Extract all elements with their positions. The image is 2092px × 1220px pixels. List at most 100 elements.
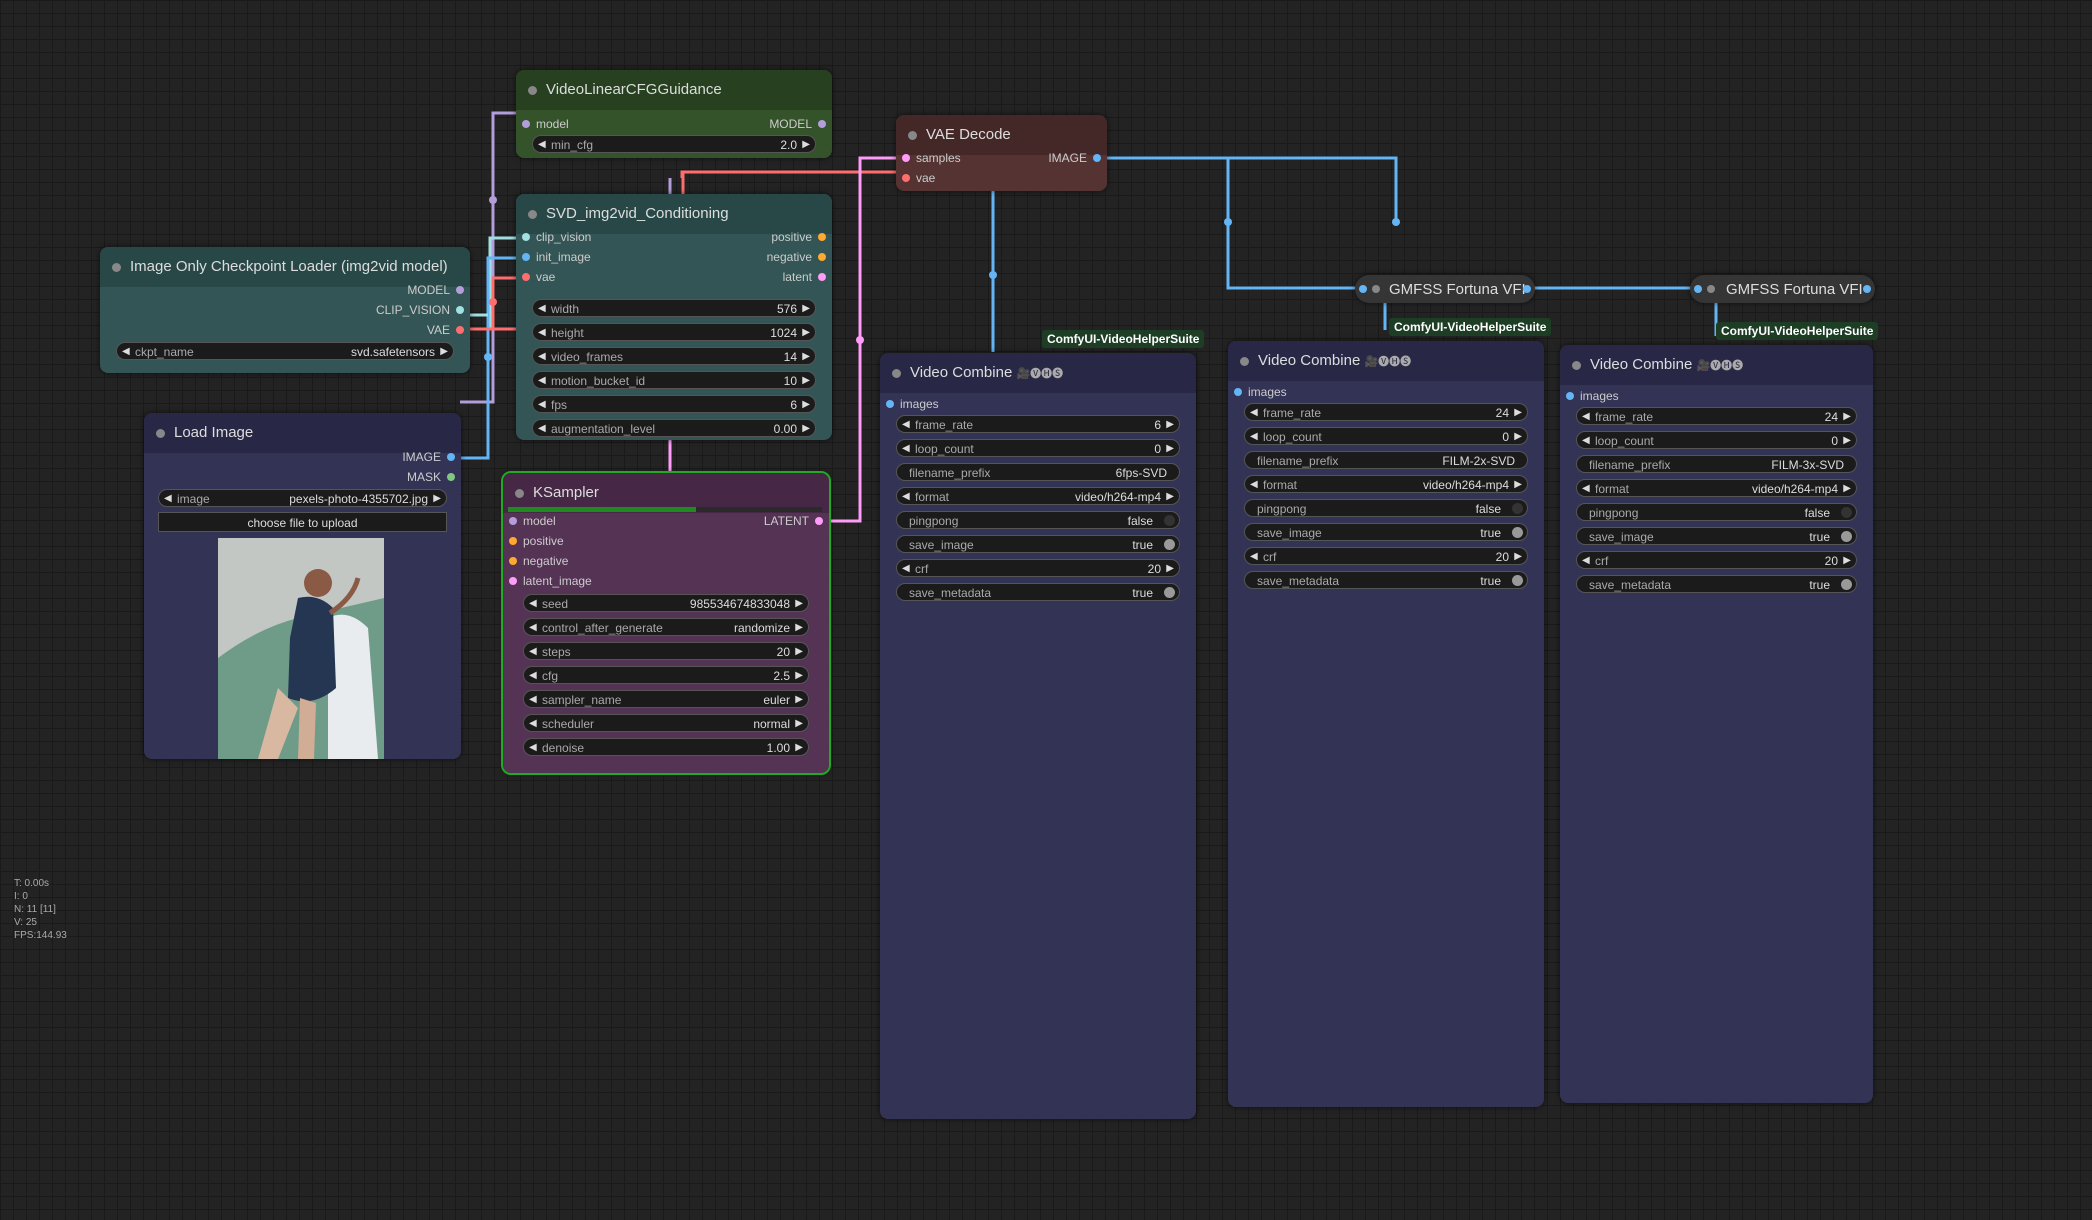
socket-icon[interactable] <box>886 400 894 408</box>
socket-icon[interactable] <box>1523 285 1531 293</box>
input-latent-image[interactable]: latent_image <box>507 572 592 590</box>
socket-icon[interactable] <box>902 174 910 182</box>
socket-icon[interactable] <box>522 120 530 128</box>
output-mask[interactable]: MASK <box>407 468 457 486</box>
decrement-arrow-icon[interactable]: ◀ <box>902 416 910 434</box>
increment-arrow-icon[interactable]: ▶ <box>795 691 803 709</box>
collapse-dot-icon[interactable] <box>1240 357 1249 366</box>
output-model[interactable]: MODEL <box>769 115 828 133</box>
decrement-arrow-icon[interactable]: ◀ <box>529 667 537 685</box>
input-init-image[interactable]: init_image <box>520 248 591 266</box>
decrement-arrow-icon[interactable]: ◀ <box>902 488 910 506</box>
widget-seed[interactable]: ◀ seed 985534674833048 ▶ <box>523 594 809 612</box>
widget-crf[interactable]: ◀ crf 20 ▶ <box>1576 551 1857 569</box>
widget-cfg[interactable]: ◀ cfg 2.5 ▶ <box>523 666 809 684</box>
socket-icon[interactable] <box>902 154 910 162</box>
node-title[interactable]: VideoLinearCFGGuidance <box>516 70 832 110</box>
widget-min-cfg[interactable]: ◀ min_cfg 2.0 ▶ <box>532 135 816 153</box>
increment-arrow-icon[interactable]: ▶ <box>440 343 448 361</box>
node-title[interactable]: Video Combine 🎥🅥🅗🅢 <box>1560 345 1873 385</box>
increment-arrow-icon[interactable]: ▶ <box>795 595 803 613</box>
input-positive[interactable]: positive <box>507 532 564 550</box>
widget-loop-count[interactable]: ◀ loop_count 0 ▶ <box>896 439 1180 457</box>
decrement-arrow-icon[interactable]: ◀ <box>902 440 910 458</box>
output-image[interactable]: IMAGE <box>402 448 457 466</box>
node-checkpoint-loader[interactable]: Image Only Checkpoint Loader (img2vid mo… <box>100 247 470 373</box>
input-clip-vision[interactable]: clip_vision <box>520 228 591 246</box>
decrement-arrow-icon[interactable]: ◀ <box>1250 476 1258 494</box>
widget-format[interactable]: ◀ format video/h264-mp4 ▶ <box>1244 475 1528 493</box>
decrement-arrow-icon[interactable]: ◀ <box>1250 404 1258 422</box>
increment-arrow-icon[interactable]: ▶ <box>433 490 441 508</box>
decrement-arrow-icon[interactable]: ◀ <box>538 300 546 318</box>
widget-width[interactable]: ◀ width 576 ▶ <box>532 299 816 317</box>
socket-icon[interactable] <box>818 233 826 241</box>
socket-icon[interactable] <box>1863 285 1871 293</box>
widget-steps[interactable]: ◀ steps 20 ▶ <box>523 642 809 660</box>
widget-save-image[interactable]: save_image true <box>1244 523 1528 541</box>
input-model[interactable]: model <box>520 115 569 133</box>
widget-frame-rate[interactable]: ◀ frame_rate 24 ▶ <box>1244 403 1528 421</box>
output-vae[interactable]: VAE <box>427 321 466 339</box>
widget-save-metadata[interactable]: save_metadata true <box>1244 571 1528 589</box>
toggle-knob-icon[interactable] <box>1164 539 1175 550</box>
decrement-arrow-icon[interactable]: ◀ <box>529 619 537 637</box>
node-video-linear-cfg-guidance[interactable]: VideoLinearCFGGuidance model MODEL ◀ min_… <box>516 70 832 214</box>
node-svd-img2vid-conditioning[interactable]: SVD_img2vid_Conditioning clip_vision ini… <box>516 194 832 440</box>
collapse-dot-icon[interactable] <box>156 429 165 438</box>
decrement-arrow-icon[interactable]: ◀ <box>1250 428 1258 446</box>
widget-pingpong[interactable]: pingpong false <box>1244 499 1528 517</box>
collapse-dot-icon[interactable] <box>892 369 901 378</box>
decrement-arrow-icon[interactable]: ◀ <box>122 343 130 361</box>
output-model[interactable]: MODEL <box>407 281 466 299</box>
output-positive[interactable]: positive <box>771 228 828 246</box>
increment-arrow-icon[interactable]: ▶ <box>802 348 810 366</box>
widget-pingpong[interactable]: pingpong false <box>1576 503 1857 521</box>
increment-arrow-icon[interactable]: ▶ <box>1843 480 1851 498</box>
collapse-dot-icon[interactable] <box>528 86 537 95</box>
socket-icon[interactable] <box>456 306 464 314</box>
input-samples[interactable]: samples <box>900 149 961 167</box>
node-video-combine-1[interactable]: Video Combine 🎥🅥🅗🅢 images ◀ frame_rate 6 ▶ ◀ lo… <box>880 353 1196 1119</box>
socket-icon[interactable] <box>522 273 530 281</box>
output-latent[interactable]: LATENT <box>764 512 825 530</box>
widget-fps[interactable]: ◀ fps 6 ▶ <box>532 395 816 413</box>
socket-icon[interactable] <box>522 233 530 241</box>
decrement-arrow-icon[interactable]: ◀ <box>1582 432 1590 450</box>
increment-arrow-icon[interactable]: ▶ <box>802 372 810 390</box>
increment-arrow-icon[interactable]: ▶ <box>1166 440 1174 458</box>
toggle-knob-icon[interactable] <box>1841 531 1852 542</box>
node-vae-decode[interactable]: VAE Decode samples vae IMAGE <box>896 115 1107 191</box>
increment-arrow-icon[interactable]: ▶ <box>802 136 810 154</box>
increment-arrow-icon[interactable]: ▶ <box>1166 488 1174 506</box>
upload-button[interactable]: choose file to upload <box>158 512 447 532</box>
socket-icon[interactable] <box>1359 285 1367 293</box>
widget-save-image[interactable]: save_image true <box>1576 527 1857 545</box>
socket-icon[interactable] <box>818 120 826 128</box>
input-vae[interactable]: vae <box>900 169 935 187</box>
decrement-arrow-icon[interactable]: ◀ <box>902 560 910 578</box>
socket-icon[interactable] <box>818 253 826 261</box>
collapse-dot-icon[interactable] <box>1707 285 1715 293</box>
increment-arrow-icon[interactable]: ▶ <box>1166 560 1174 578</box>
collapse-dot-icon[interactable] <box>112 263 121 272</box>
widget-denoise[interactable]: ◀ denoise 1.00 ▶ <box>523 738 809 756</box>
socket-icon[interactable] <box>818 273 826 281</box>
widget-control-after-generate[interactable]: ◀ control_after_generate randomize ▶ <box>523 618 809 636</box>
widget-crf[interactable]: ◀ crf 20 ▶ <box>1244 547 1528 565</box>
widget-crf[interactable]: ◀ crf 20 ▶ <box>896 559 1180 577</box>
increment-arrow-icon[interactable]: ▶ <box>795 667 803 685</box>
decrement-arrow-icon[interactable]: ◀ <box>1582 552 1590 570</box>
socket-icon[interactable] <box>509 577 517 585</box>
output-negative[interactable]: negative <box>767 248 828 266</box>
decrement-arrow-icon[interactable]: ◀ <box>164 490 172 508</box>
collapse-dot-icon[interactable] <box>1572 361 1581 370</box>
socket-icon[interactable] <box>447 473 455 481</box>
widget-filename-prefix[interactable]: filename_prefix 6fps-SVD <box>896 463 1180 481</box>
node-gmfss-fortuna-vfi-1[interactable]: GMFSS Fortuna VFI <box>1355 275 1535 303</box>
input-images[interactable]: images <box>1564 387 1619 405</box>
increment-arrow-icon[interactable]: ▶ <box>1514 404 1522 422</box>
decrement-arrow-icon[interactable]: ◀ <box>529 691 537 709</box>
increment-arrow-icon[interactable]: ▶ <box>795 739 803 757</box>
toggle-knob-icon[interactable] <box>1512 575 1523 586</box>
